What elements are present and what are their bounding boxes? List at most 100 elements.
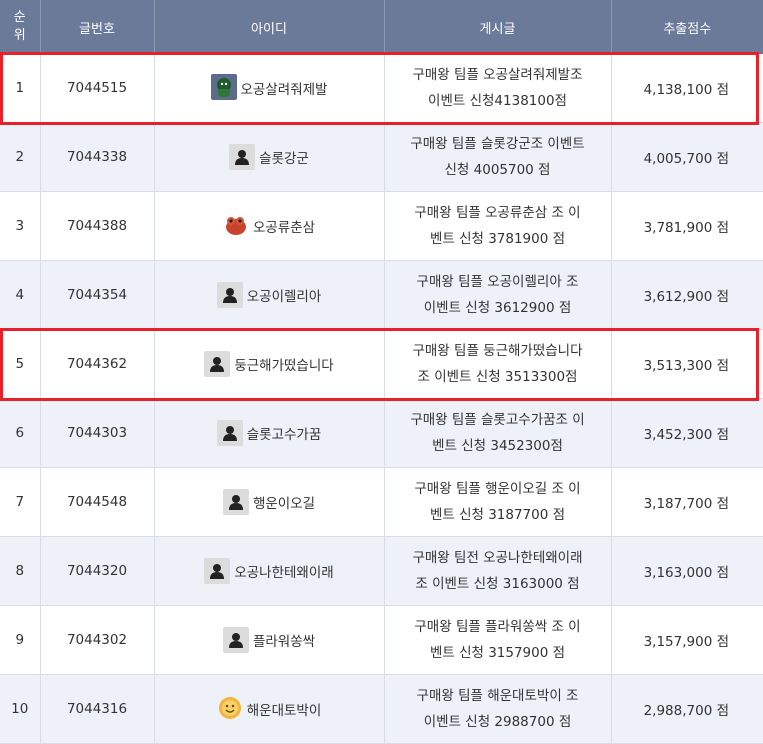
user-id-cell[interactable]: 둥근해가떴습니다 (154, 329, 385, 399)
post-number-cell: 7044388 (40, 191, 155, 261)
post-title-cell[interactable]: 구매왕 팀플 오공류춘삼 조 이벤트 신청 3781900 점 (384, 191, 612, 261)
table-row: 10 7044316 해운대토박이 구매왕 팀플 해운대토박이 조이벤트 신청 298… (0, 674, 763, 744)
user-id-cell[interactable]: 오공이렐리아 (154, 260, 385, 330)
user-id-label[interactable]: 해운대토박이 (247, 699, 322, 719)
score-cell: 3,157,900 점 (611, 605, 763, 675)
user-id-label[interactable]: 플라워쏭싹 (253, 630, 315, 650)
user-id-label[interactable]: 오공류춘삼 (253, 216, 315, 236)
post-title-line-2[interactable]: 이벤트 신청 3612900 점 (424, 300, 572, 316)
rank-cell: 7 (0, 467, 41, 537)
header-rank: 순위 (0, 0, 41, 54)
post-title-line-1[interactable]: 구매왕 팀전 오공나한테왜이래 (412, 550, 582, 566)
user-id-cell[interactable]: 슬롯강군 (154, 122, 385, 192)
table-row: 4 7044354 오공이렐리아 구매왕 팀플 오공이렐리아 조이벤트 신청 3612… (0, 260, 763, 330)
post-title-line-1[interactable]: 구매왕 팀플 플라워쏭싹 조 이 (414, 619, 580, 635)
post-title-line-2[interactable]: 이벤트 신청 2988700 점 (424, 714, 572, 730)
post-title-line-1[interactable]: 구매왕 팀플 슬롯고수가꿈조 이 (410, 412, 584, 428)
post-title-line-1[interactable]: 구매왕 팀플 해운대토박이 조 (417, 688, 579, 704)
rank-cell: 4 (0, 260, 41, 330)
table-row: 7 7044548 행운이오길 구매왕 팀플 행운이오길 조 이벤트 신청 31877… (0, 467, 763, 537)
header-user-id: 아이디 (154, 0, 385, 54)
post-title-line-1[interactable]: 구매왕 팀플 둥근해가떴습니다 (412, 343, 582, 359)
post-title-cell[interactable]: 구매왕 팀전 오공나한테왜이래조 이벤트 신청 3163000 점 (384, 536, 612, 606)
score-cell: 3,781,900 점 (611, 191, 763, 261)
score-cell: 3,187,700 점 (611, 467, 763, 537)
post-title-cell[interactable]: 구매왕 팀플 플라워쏭싹 조 이벤트 신청 3157900 점 (384, 605, 612, 675)
post-title-line-2[interactable]: 신청 4005700 점 (445, 162, 551, 178)
post-title-line-2[interactable]: 벤트 신청 3157900 점 (430, 645, 565, 661)
post-title-cell[interactable]: 구매왕 팀플 둥근해가떴습니다조 이벤트 신청 3513300점 (384, 329, 612, 399)
rank-cell: 8 (0, 536, 41, 606)
user-id-cell[interactable]: 오공살려줘제발 (154, 54, 385, 123)
default-user-icon (204, 558, 231, 584)
header-score: 추출점수 (611, 0, 763, 54)
user-id-cell[interactable]: 해운대토박이 (154, 674, 385, 744)
post-number-cell: 7044354 (40, 260, 155, 330)
user-id-label[interactable]: 오공살려줘제발 (241, 78, 328, 98)
rank-cell: 1 (0, 54, 41, 123)
table-row: 1 7044515 오공살려줘제발 구매왕 팀플 오공살려줘제발조이벤트 신청4138… (0, 54, 763, 123)
post-title-line-2[interactable]: 벤트 신청 3187700 점 (430, 507, 565, 523)
user-id-cell[interactable]: 오공류춘삼 (154, 191, 385, 261)
post-title-line-2[interactable]: 조 이벤트 신청 3513300점 (418, 369, 578, 385)
default-user-icon (229, 144, 256, 170)
default-user-icon (216, 420, 243, 446)
table-row: 6 7044303 슬롯고수가꿈 구매왕 팀플 슬롯고수가꿈조 이벤트 신청 3452… (0, 398, 763, 468)
user-id-label[interactable]: 오공나한테왜이래 (234, 561, 333, 581)
score-cell: 2,988,700 점 (611, 674, 763, 744)
post-title-cell[interactable]: 구매왕 팀플 행운이오길 조 이벤트 신청 3187700 점 (384, 467, 612, 537)
post-number-cell: 7044515 (40, 54, 155, 123)
post-title-cell[interactable]: 구매왕 팀플 오공살려줘제발조이벤트 신청4138100점 (384, 54, 612, 123)
header-post: 게시글 (384, 0, 612, 54)
rank-cell: 5 (0, 329, 41, 399)
table-row: 3 7044388 오공류춘삼 구매왕 팀플 오공류춘삼 조 이벤트 신청 37819… (0, 191, 763, 261)
rank-cell: 9 (0, 605, 41, 675)
user-id-label[interactable]: 슬롯강군 (259, 147, 309, 167)
post-title-line-2[interactable]: 이벤트 신청4138100점 (428, 93, 567, 109)
user-id-label[interactable]: 슬롯고수가꿈 (247, 423, 322, 443)
rank-cell: 3 (0, 191, 41, 261)
orange-emoji-avatar-icon (217, 695, 243, 724)
rank-cell: 2 (0, 122, 41, 192)
post-title-line-1[interactable]: 구매왕 팀플 오공이렐리아 조 (417, 274, 579, 290)
ranking-table: 순위 글번호 아이디 게시글 추출점수 1 7044515 오공살려줘제발 구매왕 팀… (0, 0, 763, 744)
post-number-cell: 7044338 (40, 122, 155, 192)
score-cell: 3,452,300 점 (611, 398, 763, 468)
user-id-cell[interactable]: 행운이오길 (154, 467, 385, 537)
post-number-cell: 7044320 (40, 536, 155, 606)
post-title-line-1[interactable]: 구매왕 팀플 슬롯강군조 이벤트 (410, 136, 584, 152)
post-number-cell: 7044362 (40, 329, 155, 399)
table-row: 8 7044320 오공나한테왜이래 구매왕 팀전 오공나한테왜이래조 이벤트 신청 … (0, 536, 763, 606)
score-cell: 3,513,300 점 (611, 329, 763, 399)
post-title-line-2[interactable]: 조 이벤트 신청 3163000 점 (415, 576, 579, 592)
user-id-cell[interactable]: 슬롯고수가꿈 (154, 398, 385, 468)
header-post-number: 글번호 (40, 0, 155, 54)
post-number-cell: 7044548 (40, 467, 155, 537)
rank-cell: 10 (0, 674, 41, 744)
post-title-line-1[interactable]: 구매왕 팀플 오공류춘삼 조 이 (414, 205, 580, 221)
user-id-label[interactable]: 오공이렐리아 (247, 285, 322, 305)
post-title-line-2[interactable]: 벤트 신청 3452300점 (432, 438, 563, 454)
table-header-row: 순위 글번호 아이디 게시글 추출점수 (0, 0, 763, 54)
red-frog-avatar-icon (223, 212, 249, 241)
post-title-line-2[interactable]: 벤트 신청 3781900 점 (430, 231, 565, 247)
post-number-cell: 7044303 (40, 398, 155, 468)
default-user-icon (204, 351, 231, 377)
post-number-cell: 7044316 (40, 674, 155, 744)
default-user-icon (222, 627, 249, 653)
post-title-cell[interactable]: 구매왕 팀플 슬롯고수가꿈조 이벤트 신청 3452300점 (384, 398, 612, 468)
user-id-cell[interactable]: 오공나한테왜이래 (154, 536, 385, 606)
post-title-line-1[interactable]: 구매왕 팀플 행운이오길 조 이 (414, 481, 580, 497)
user-id-label[interactable]: 행운이오길 (253, 492, 315, 512)
default-user-icon (216, 282, 243, 308)
green-character-avatar-icon (210, 74, 237, 102)
user-id-label[interactable]: 둥근해가떴습니다 (234, 354, 333, 374)
user-id-cell[interactable]: 플라워쏭싹 (154, 605, 385, 675)
post-title-cell[interactable]: 구매왕 팀플 오공이렐리아 조이벤트 신청 3612900 점 (384, 260, 612, 330)
table-row: 9 7044302 플라워쏭싹 구매왕 팀플 플라워쏭싹 조 이 벤트 신청 31579… (0, 605, 763, 675)
rank-cell: 6 (0, 398, 41, 468)
score-cell: 4,005,700 점 (611, 122, 763, 192)
post-title-cell[interactable]: 구매왕 팀플 해운대토박이 조이벤트 신청 2988700 점 (384, 674, 612, 744)
post-title-cell[interactable]: 구매왕 팀플 슬롯강군조 이벤트신청 4005700 점 (384, 122, 612, 192)
post-title-line-1[interactable]: 구매왕 팀플 오공살려줘제발조 (412, 67, 582, 83)
